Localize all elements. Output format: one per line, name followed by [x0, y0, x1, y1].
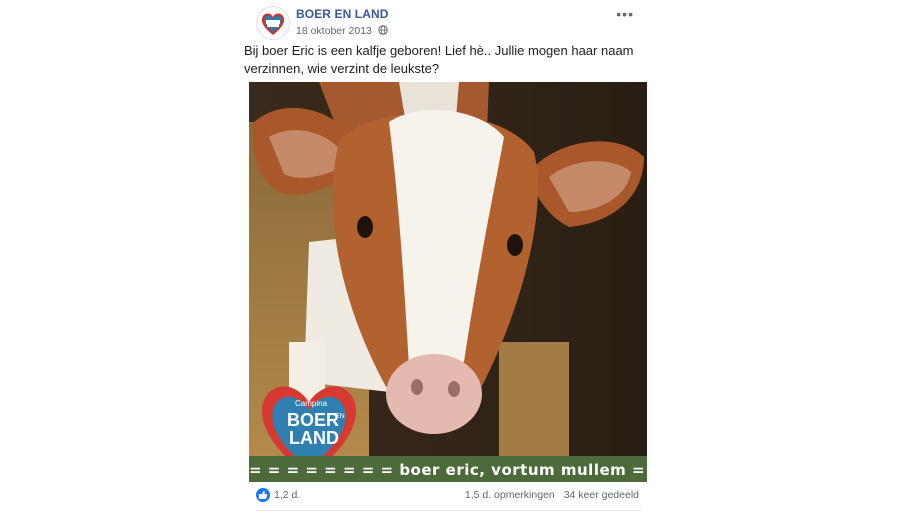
logo-land-text: LAND [289, 428, 339, 448]
post-header: BOER EN LAND 18 oktober 2013 ••• [256, 4, 646, 40]
post-message: Bij boer Eric is een kalfje geboren! Lie… [244, 43, 634, 76]
post-date-text[interactable]: 18 oktober 2013 [296, 25, 372, 37]
logo-campina-text: Campina [295, 399, 328, 408]
photo-banner: = = = = = = = = boer eric, vortum mullem… [249, 456, 647, 482]
globe-icon[interactable] [378, 25, 388, 35]
facebook-post: BOER EN LAND 18 oktober 2013 ••• Bij boe… [244, 0, 647, 518]
page-avatar[interactable] [256, 6, 290, 40]
shares-count[interactable]: 34 keer gedeeld [564, 489, 639, 501]
more-options-button[interactable]: ••• [616, 6, 634, 22]
calf-photo-image: Campina BOER EN LAND [249, 82, 647, 482]
banner-text: = = = = = = = = boer eric, vortum mullem… [249, 461, 647, 479]
footer-divider [256, 510, 641, 511]
post-photo[interactable]: Campina BOER EN LAND = = = = = = = = boe… [249, 82, 647, 482]
boer-en-land-logo-icon [261, 13, 285, 35]
engagement-stats: 1,5 d. opmerkingen 34 keer gedeeld [459, 489, 639, 501]
logo-en-text: EN [335, 413, 345, 420]
page-name-link[interactable]: BOER EN LAND [296, 7, 389, 21]
post-footer: 1,2 d. 1,5 d. opmerkingen 34 keer gedeel… [256, 486, 641, 508]
like-count[interactable]: 1,2 d. [274, 489, 300, 501]
post-date[interactable]: 18 oktober 2013 [296, 25, 388, 37]
thumbs-up-icon [258, 491, 268, 499]
comments-count[interactable]: 1,5 d. opmerkingen [465, 489, 555, 501]
like-icon[interactable] [256, 488, 270, 502]
logo-boer-text: BOER [287, 410, 339, 430]
